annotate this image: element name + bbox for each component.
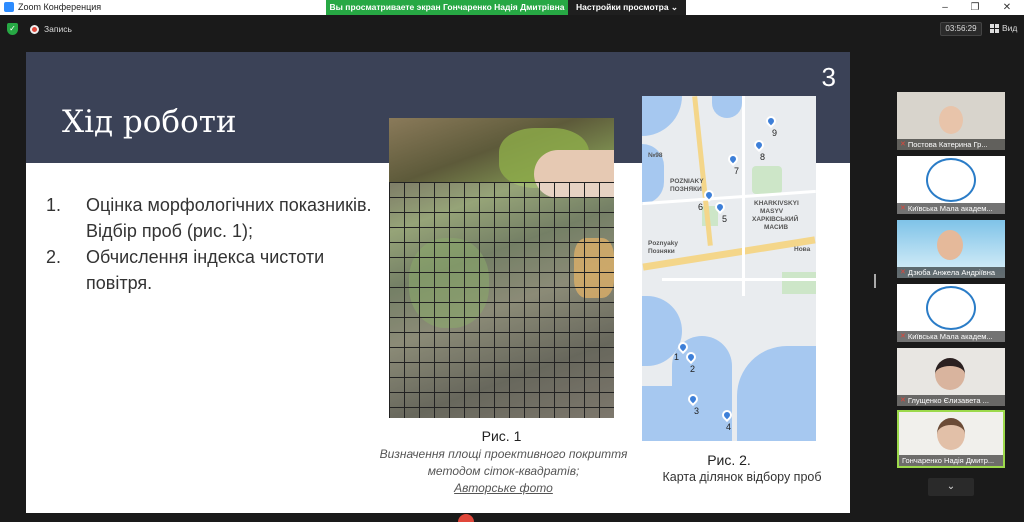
participant-name: Дзюба Анжела Андріївна: [907, 268, 996, 277]
participant-name: Київська Мала академ...: [907, 332, 993, 341]
maximize-button[interactable]: ❐: [960, 0, 990, 15]
mic-off-icon: ✕: [900, 205, 906, 212]
grid-sheet-image: [389, 182, 614, 418]
record-label: Запись: [44, 24, 72, 34]
participant-name: Київська Мала академ...: [907, 204, 993, 213]
map-pin-label: 7: [734, 166, 740, 176]
slide-number: 3: [821, 62, 836, 92]
recording-indicator[interactable]: Запись: [30, 24, 72, 34]
participant-name: Гончаренко Надія Дмитр...: [902, 456, 995, 465]
participant-tile[interactable]: ✕ Київська Мала академ...: [897, 156, 1005, 214]
participant-tile-active[interactable]: Гончаренко Надія Дмитр...: [897, 410, 1005, 468]
slide-title: Хід роботи: [62, 104, 237, 140]
minimize-button[interactable]: –: [930, 0, 960, 15]
security-shield-icon[interactable]: ✓: [7, 23, 18, 35]
screen-share-banner: Вы просматриваете экран Гончаренко Надія…: [326, 0, 568, 15]
grid-view-icon: [990, 23, 999, 33]
grid-sampling-photo: [389, 118, 614, 418]
map-pin-label: 2: [690, 364, 696, 374]
participant-tile[interactable]: ✕ Дзюба Анжела Андріївна: [897, 220, 1005, 278]
app-title-group: Zoom Конференция: [4, 2, 101, 12]
panel-resize-handle[interactable]: [874, 274, 876, 288]
mic-off-icon: ✕: [900, 333, 906, 340]
participant-tile[interactable]: ✕ Глущенко Єлизавета ...: [897, 348, 1005, 406]
map-pin-icon: [763, 113, 779, 129]
meeting-timer: 03:56:29: [940, 22, 982, 36]
shared-slide: Хід роботи 3 1. Оцінка морфологічних пок…: [26, 52, 850, 513]
map-pin-label: 4: [726, 422, 732, 432]
view-options-button[interactable]: Настройки просмотра ⌄: [568, 0, 686, 15]
zoom-logo-icon: [4, 2, 14, 12]
meeting-toolbar: ✓ Запись 03:56:29 Вид: [0, 15, 1024, 43]
recording-stop-icon[interactable]: [458, 514, 474, 522]
sampling-sites-map: №98 POZNIAKY ПОЗНЯКИ KHARKIVSKYI MASYV Х…: [642, 96, 816, 441]
view-button[interactable]: Вид: [990, 23, 1017, 33]
figure2-label: Рис. 2.: [707, 452, 751, 468]
map-pin-label: 8: [760, 152, 766, 162]
map-pin-icon: [725, 151, 741, 167]
map-pin-label: 6: [698, 202, 704, 212]
figure2-caption: Карта ділянок відбору проб: [662, 470, 822, 484]
list-item: 1. Оцінка морфологічних показників. Відб…: [46, 195, 372, 241]
close-button[interactable]: ✕: [992, 0, 1022, 15]
participant-tile[interactable]: ✕ Постова Катерина Гр...: [897, 92, 1005, 150]
participant-name: Глущенко Єлизавета ...: [907, 396, 989, 405]
mic-off-icon: ✕: [900, 141, 906, 148]
academy-logo-icon: [926, 286, 976, 330]
app-title: Zoom Конференция: [18, 2, 102, 12]
map-pin-label: 9: [772, 128, 778, 138]
map-pin-label: 1: [674, 352, 680, 362]
mic-off-icon: ✕: [900, 269, 906, 276]
scroll-down-button[interactable]: ⌄: [928, 478, 974, 496]
figure1-label: Рис. 1: [481, 428, 522, 444]
mic-off-icon: ✕: [900, 397, 906, 404]
academy-logo-icon: [926, 158, 976, 202]
map-pin-label: 3: [694, 406, 700, 416]
participant-name: Постова Катерина Гр...: [907, 140, 988, 149]
list-item: 2. Обчислення індекса чистоти повітря.: [46, 247, 325, 293]
window-titlebar: Zoom Конференция Вы просматриваете экран…: [0, 0, 1024, 15]
figure1-credit: Авторське фото: [454, 481, 553, 495]
record-icon: [30, 24, 39, 34]
slide-list: 1. Оцінка морфологічних показників. Відб…: [46, 192, 386, 296]
map-pin-label: 5: [722, 214, 728, 224]
figure1-caption: Визначення площі проективного покриття м…: [379, 447, 628, 495]
view-label: Вид: [1002, 23, 1018, 33]
participant-tile[interactable]: ✕ Київська Мала академ...: [897, 284, 1005, 342]
map-pin-icon: [751, 137, 767, 153]
